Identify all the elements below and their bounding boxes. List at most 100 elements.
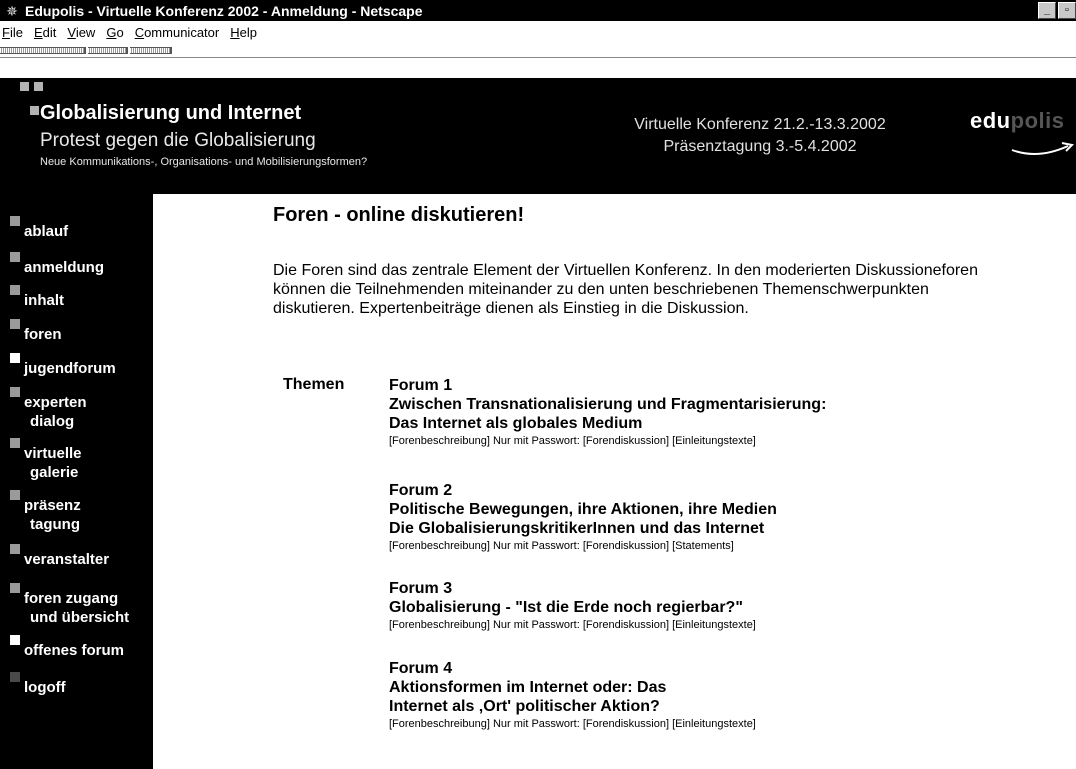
sidebar-item-anmeldung[interactable]: anmeldung xyxy=(10,252,150,277)
forendiskussion-link[interactable]: [Forendiskussion] xyxy=(583,435,669,447)
sidebar-item-label: jugendforum xyxy=(10,359,150,378)
sidebar-item-foren[interactable]: foren xyxy=(10,319,150,344)
nav-bullet-icon xyxy=(10,252,20,262)
themen-label: Themen xyxy=(283,376,345,393)
sidebar-item-line: dialog xyxy=(30,413,75,430)
forenbeschreibung-link[interactable]: [Forenbeschreibung] xyxy=(389,435,490,447)
logo-text-edu: edu xyxy=(970,108,1011,133)
logo-text-polis: polis xyxy=(1010,108,1065,133)
sidebar-item-line: ablauf xyxy=(24,223,69,240)
nav-bullet-icon xyxy=(10,583,20,593)
sidebar-item-ablauf[interactable]: ablauf xyxy=(10,216,150,241)
forum-texts-link[interactable]: [Einleitungstexte] xyxy=(672,619,756,631)
menu-bar: File Edit View Go Communicator Help xyxy=(0,21,1076,58)
forum-number: Forum 4 xyxy=(389,660,453,677)
sidebar-item-label: ablauf xyxy=(10,222,150,241)
sidebar-item-line: präsenz xyxy=(24,497,81,514)
sidebar-item-line: anmeldung xyxy=(24,259,105,276)
sidebar-item-offenes-forum[interactable]: offenes forum xyxy=(10,635,150,660)
sidebar-item-experten-dialog[interactable]: experten dialog xyxy=(10,387,150,431)
forum-texts-link[interactable]: [Einleitungstexte] xyxy=(672,435,756,447)
menu-label-rest: dit xyxy=(42,24,57,40)
forenbeschreibung-link[interactable]: [Forenbeschreibung] xyxy=(389,619,490,631)
sidebar-item-inhalt[interactable]: inhalt xyxy=(10,285,150,310)
edupolis-logo[interactable]: edupolis xyxy=(970,108,1064,134)
sidebar-item-foren-zugang-und-übersicht[interactable]: foren zugang und übersicht xyxy=(10,583,150,627)
sidebar-item-line: foren xyxy=(24,326,62,343)
forenbeschreibung-link[interactable]: [Forenbeschreibung] xyxy=(389,540,490,552)
forum-texts-link[interactable]: [Einleitungstexte] xyxy=(672,718,756,730)
forum-links: [Forenbeschreibung] Nur mit Passwort: [F… xyxy=(389,434,1009,449)
sidebar-item-line: tagung xyxy=(30,516,80,533)
nav-bullet-icon xyxy=(10,672,20,682)
sidebar-item-line: veranstalter xyxy=(24,551,110,568)
page-banner: Globalisierung und Internet Protest gege… xyxy=(0,78,1076,194)
toolbar-grip[interactable] xyxy=(0,47,86,54)
menu-item-go[interactable]: Go xyxy=(106,25,123,40)
main-content: Foren - online diskutieren! Die Foren si… xyxy=(153,194,1076,769)
menu-mnemonic: E xyxy=(33,24,43,40)
sidebar-item-line: experten xyxy=(24,394,87,411)
forendiskussion-link[interactable]: [Forendiskussion] xyxy=(583,619,669,631)
password-note: Nur mit Passwort: xyxy=(489,619,583,631)
sidebar-item-label: foren xyxy=(10,325,150,344)
sidebar-item-line: foren zugang xyxy=(24,590,119,607)
sidebar-item-logoff[interactable]: logoff xyxy=(10,672,150,697)
forum-title-line: Zwischen Transnationalisierung und Fragm… xyxy=(389,396,827,413)
sidebar-item-line: jugendforum xyxy=(24,360,116,377)
forendiskussion-link[interactable]: [Forendiskussion] xyxy=(583,540,669,552)
forum-heading: Forum 2 Politische Bewegungen, ihre Aktio… xyxy=(389,481,1009,538)
forendiskussion-link[interactable]: [Forendiskussion] xyxy=(583,718,669,730)
window-title: Edupolis - Virtuelle Konferenz 2002 - An… xyxy=(25,2,423,19)
sidebar-item-line: logoff xyxy=(24,679,66,696)
forum-number: Forum 1 xyxy=(389,377,453,394)
banner-tagline: Neue Kommunikations-, Organisations- und… xyxy=(40,156,368,168)
sidebar-item-label: foren zugang und übersicht xyxy=(10,589,150,627)
presence-dates: Präsenztagung 3.-5.4.2002 xyxy=(663,138,857,155)
menu-item-file[interactable]: File xyxy=(2,25,23,40)
forum-title-line: Internet als ‚Ort' politischer Aktion? xyxy=(389,698,660,715)
sidebar-item-label: logoff xyxy=(10,678,150,697)
sidebar-item-line: galerie xyxy=(30,464,79,481)
nav-bullet-icon xyxy=(10,285,20,295)
sidebar-item-veranstalter[interactable]: veranstalter xyxy=(10,544,150,569)
minimize-button[interactable]: _ xyxy=(1038,2,1056,19)
forum-texts-link[interactable]: [Statements] xyxy=(672,540,734,552)
sidebar-item-label: virtuelle galerie xyxy=(10,444,150,482)
decor-square xyxy=(20,82,29,91)
menu-label-rest: ile xyxy=(9,24,23,40)
forum-heading: Forum 1 Zwischen Transnationalisierung un… xyxy=(389,376,1009,433)
forenbeschreibung-link[interactable]: [Forenbeschreibung] xyxy=(389,718,490,730)
conference-dates: Virtuelle Konferenz 21.2.-13.3.2002 xyxy=(634,116,886,133)
sidebar-item-präsenz-tagung[interactable]: präsenz tagung xyxy=(10,490,150,534)
forum-title-line: Aktionsformen im Internet oder: Das xyxy=(389,679,667,696)
sidebar-item-line: offenes forum xyxy=(24,642,125,659)
toolbar-grip[interactable] xyxy=(88,47,128,54)
decor-square xyxy=(34,82,43,91)
window-title-bar[interactable]: ✵ Edupolis - Virtuelle Konferenz 2002 - … xyxy=(0,0,1076,21)
page-title: Foren - online diskutieren! xyxy=(273,204,525,226)
menu-item-edit[interactable]: Edit xyxy=(34,25,56,40)
nav-bullet-icon xyxy=(10,319,20,329)
menu-mnemonic: C xyxy=(134,24,145,40)
maximize-button[interactable]: ▫ xyxy=(1058,2,1076,19)
sidebar-item-label: offenes forum xyxy=(10,641,150,660)
forum-3: Forum 3 Globalisierung - "Ist die Erde no… xyxy=(389,579,1009,633)
forum-1: Forum 1 Zwischen Transnationalisierung un… xyxy=(389,376,1009,449)
menu-item-help[interactable]: Help xyxy=(230,25,257,40)
menu-item-communicator[interactable]: Communicator xyxy=(135,25,220,40)
nav-bullet-icon xyxy=(10,353,20,363)
forum-number: Forum 2 xyxy=(389,482,453,499)
nav-bullet-icon xyxy=(10,387,20,397)
sidebar-item-virtuelle-galerie[interactable]: virtuelle galerie xyxy=(10,438,150,482)
netscape-icon: ✵ xyxy=(6,2,18,19)
menu-item-view[interactable]: View xyxy=(67,25,95,40)
sidebar-item-line: virtuelle xyxy=(24,445,82,462)
sidebar-item-jugendforum[interactable]: jugendforum xyxy=(10,353,150,378)
password-note: Nur mit Passwort: xyxy=(489,718,583,730)
sidebar-item-label: präsenz tagung xyxy=(10,496,150,534)
toolbar-grip[interactable] xyxy=(130,47,172,54)
nav-bullet-icon xyxy=(10,490,20,500)
forum-title-line: Politische Bewegungen, ihre Aktionen, ih… xyxy=(389,501,777,518)
forum-title-line: Globalisierung - "Ist die Erde noch regi… xyxy=(389,599,743,616)
